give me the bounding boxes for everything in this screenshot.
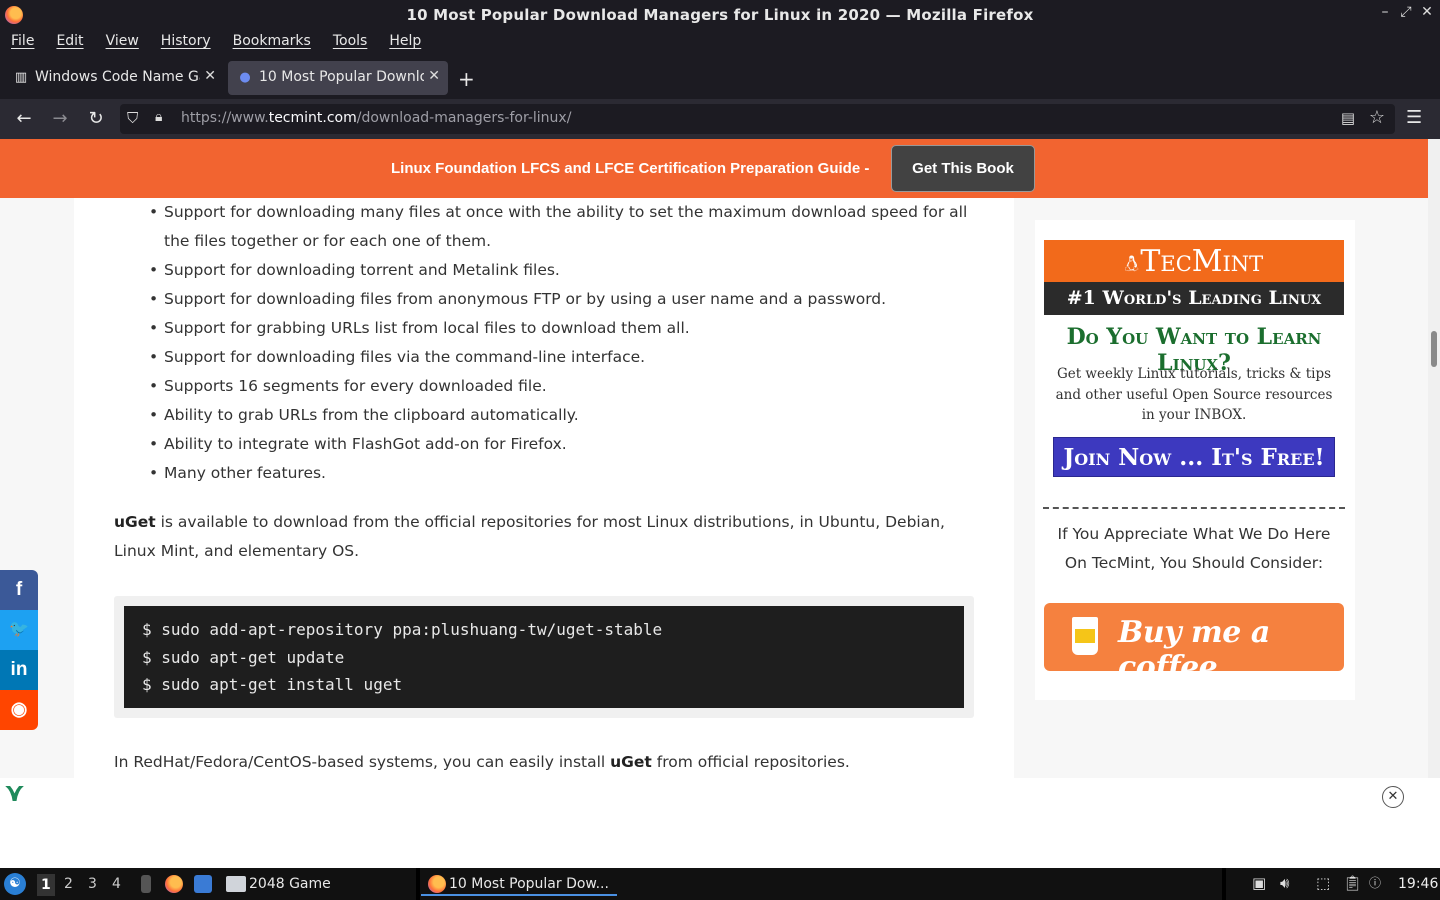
workspace-1[interactable]: 1 — [37, 874, 55, 896]
page-icon: ▥ — [14, 70, 28, 85]
start-menu-icon[interactable]: ☯ — [4, 873, 26, 895]
code-line: $ sudo apt-get install uget — [142, 675, 403, 694]
menu-edit[interactable]: Edit — [45, 29, 94, 55]
buy-coffee-button[interactable]: Buy me a coffee — [1044, 603, 1344, 685]
bottom-ad-strip: ⋎ ✕ — [0, 778, 1440, 868]
file-manager-icon[interactable] — [194, 875, 212, 893]
workspace-4[interactable]: 4 — [112, 876, 121, 892]
clock[interactable]: 19:46 — [1398, 876, 1438, 892]
feature-list: Support for downloading many files at on… — [149, 198, 984, 488]
new-tab-button[interactable]: + — [458, 67, 475, 91]
forward-button[interactable]: → — [48, 108, 72, 129]
url-bar[interactable]: ⛉ 🔒︎ https://www.tecmint.com/download-ma… — [120, 104, 1395, 134]
menu-help[interactable]: Help — [378, 29, 432, 55]
ad-tagline: #1 World's Leading Linux Blog — [1044, 282, 1344, 342]
page-content: Support for downloading many files at on… — [0, 198, 1428, 778]
clipboard-icon[interactable]: 📋︎ — [1343, 874, 1362, 892]
list-item: Supports 16 segments for every downloade… — [149, 372, 984, 401]
tab-label: Windows Code Name Games — [35, 69, 200, 85]
reader-view-icon[interactable]: ▤ — [1341, 109, 1355, 127]
list-item: Support for grabbing URLs list from loca… — [149, 314, 984, 343]
list-item: Ability to grab URLs from the clipboard … — [149, 401, 984, 430]
maximize-button[interactable]: ⤢ — [1396, 4, 1416, 20]
scrollbar-thumb[interactable] — [1431, 331, 1437, 367]
menu-bookmarks[interactable]: Bookmarks — [222, 29, 322, 55]
firefox-launcher-icon[interactable] — [165, 875, 183, 893]
list-item: Support for downloading files via the co… — [149, 343, 984, 372]
back-button[interactable]: ← — [12, 108, 36, 129]
app-menu-icon[interactable]: ☰ — [1406, 107, 1422, 128]
divider — [416, 868, 420, 900]
minimize-button[interactable]: – — [1375, 4, 1395, 20]
penguin-icon: 🐧︎ — [1124, 252, 1139, 277]
navigation-toolbar: ← → ↻ ⛉ 🔒︎ https://www.tecmint.com/downl… — [0, 99, 1440, 139]
url-text[interactable]: https://www.tecmint.com/download-manager… — [181, 110, 571, 126]
ad-description: Get weekly Linux tutorials, tricks & tip… — [1055, 366, 1333, 423]
linkedin-button[interactable]: in — [0, 650, 38, 690]
menu-history[interactable]: History — [150, 29, 222, 55]
list-item: Support for downloading many files at on… — [149, 198, 984, 256]
network-icon[interactable]: ▣ — [1252, 874, 1266, 892]
list-item: Many other features. — [149, 459, 984, 488]
get-book-button[interactable]: Get This Book — [891, 145, 1035, 192]
redhat-paragraph: In RedHat/Fedora/CentOS-based systems, y… — [114, 753, 850, 771]
list-item: Ability to integrate with FlashGot add-o… — [149, 430, 984, 459]
volume-icon[interactable]: 🔊︎ — [1280, 874, 1289, 892]
close-ad-icon[interactable]: ✕ — [1382, 786, 1404, 808]
newsletter-ad[interactable]: 🐧︎TecMint #1 World's Leading Linux Blog … — [1044, 240, 1344, 480]
menu-bar: File Edit View History Bookmarks Tools H… — [0, 29, 1440, 55]
join-now-button[interactable]: Join Now ... It's Free! — [1053, 437, 1335, 477]
appreciate-text: If You Appreciate What We Do Here On Tec… — [1057, 525, 1331, 572]
tecmint-brand: 🐧︎TecMint — [1044, 240, 1344, 282]
code-line: $ sudo apt-get update — [142, 647, 345, 667]
code-line: $ sudo add-apt-repository ppa:plushuang-… — [142, 620, 663, 639]
tab-windows-code-name[interactable]: ▥ Windows Code Name Games ✕ — [4, 61, 224, 95]
menu-file[interactable]: File — [0, 29, 45, 55]
menu-tools[interactable]: Tools — [322, 29, 379, 55]
facebook-button[interactable]: f — [0, 570, 38, 610]
task-2048-game[interactable]: 2048 Game — [249, 874, 331, 896]
list-item: Support for downloading torrent and Meta… — [149, 256, 984, 285]
close-window-button[interactable]: ✕ — [1417, 4, 1437, 20]
close-tab-icon[interactable]: ✕ — [428, 68, 440, 84]
twitter-button[interactable]: 🐦 — [0, 610, 38, 650]
reddit-button[interactable]: ◉ — [0, 690, 38, 730]
article-body: Support for downloading many files at on… — [74, 198, 1014, 778]
close-tab-icon[interactable]: ✕ — [204, 68, 216, 84]
workspace-2[interactable]: 2 — [64, 876, 73, 892]
bookmark-star-icon[interactable]: ☆ — [1369, 107, 1385, 128]
shield-icon[interactable]: ⛉ — [127, 109, 138, 127]
divider — [1043, 507, 1345, 509]
coffee-cup-icon — [1072, 617, 1098, 655]
code-content[interactable]: $ sudo add-apt-repository ppa:plushuang-… — [124, 606, 964, 708]
list-item: Support for downloading files from anony… — [149, 285, 984, 314]
tecmint-icon: ● — [239, 70, 251, 85]
tab-download-managers[interactable]: ● 10 Most Popular Download Managers ✕ — [228, 61, 448, 95]
menu-view[interactable]: View — [95, 29, 150, 55]
sidebar: 🐧︎TecMint #1 World's Leading Linux Blog … — [1035, 220, 1355, 700]
code-block: $ sudo add-apt-repository ppa:plushuang-… — [114, 596, 974, 718]
workspace-3[interactable]: 3 — [88, 876, 97, 892]
uget-availability-paragraph: uGet is available to download from the o… — [114, 513, 945, 560]
promo-text[interactable]: Linux Foundation LFCS and LFCE Certifica… — [391, 160, 869, 177]
promo-banner: Linux Foundation LFCS and LFCE Certifica… — [0, 139, 1428, 198]
window-titlebar: 10 Most Popular Download Managers for Li… — [0, 0, 1440, 29]
page-scrollbar[interactable] — [1428, 139, 1440, 778]
divider — [1222, 868, 1226, 900]
freestar-logo-icon[interactable]: ⋎ — [4, 778, 25, 808]
taskbar: ☯ 1 2 3 4 2048 Game 10 Most Popular Dow.… — [0, 868, 1440, 900]
lock-icon[interactable]: 🔒︎ — [155, 109, 162, 125]
display-icon[interactable]: ⬚ — [1316, 874, 1330, 892]
notification-icon[interactable]: ⓘ — [1369, 874, 1381, 891]
coffee-label: Buy me a coffee — [1118, 615, 1270, 685]
window-title: 10 Most Popular Download Managers for Li… — [406, 6, 1034, 24]
task-firefox[interactable]: 10 Most Popular Dow... — [421, 874, 617, 896]
show-desktop-icon[interactable] — [141, 875, 151, 893]
window-icon — [226, 876, 246, 892]
reload-button[interactable]: ↻ — [84, 108, 108, 129]
tab-strip: ▥ Windows Code Name Games ✕ ● 10 Most Po… — [0, 55, 1440, 99]
tab-label: 10 Most Popular Download Managers — [259, 69, 424, 85]
